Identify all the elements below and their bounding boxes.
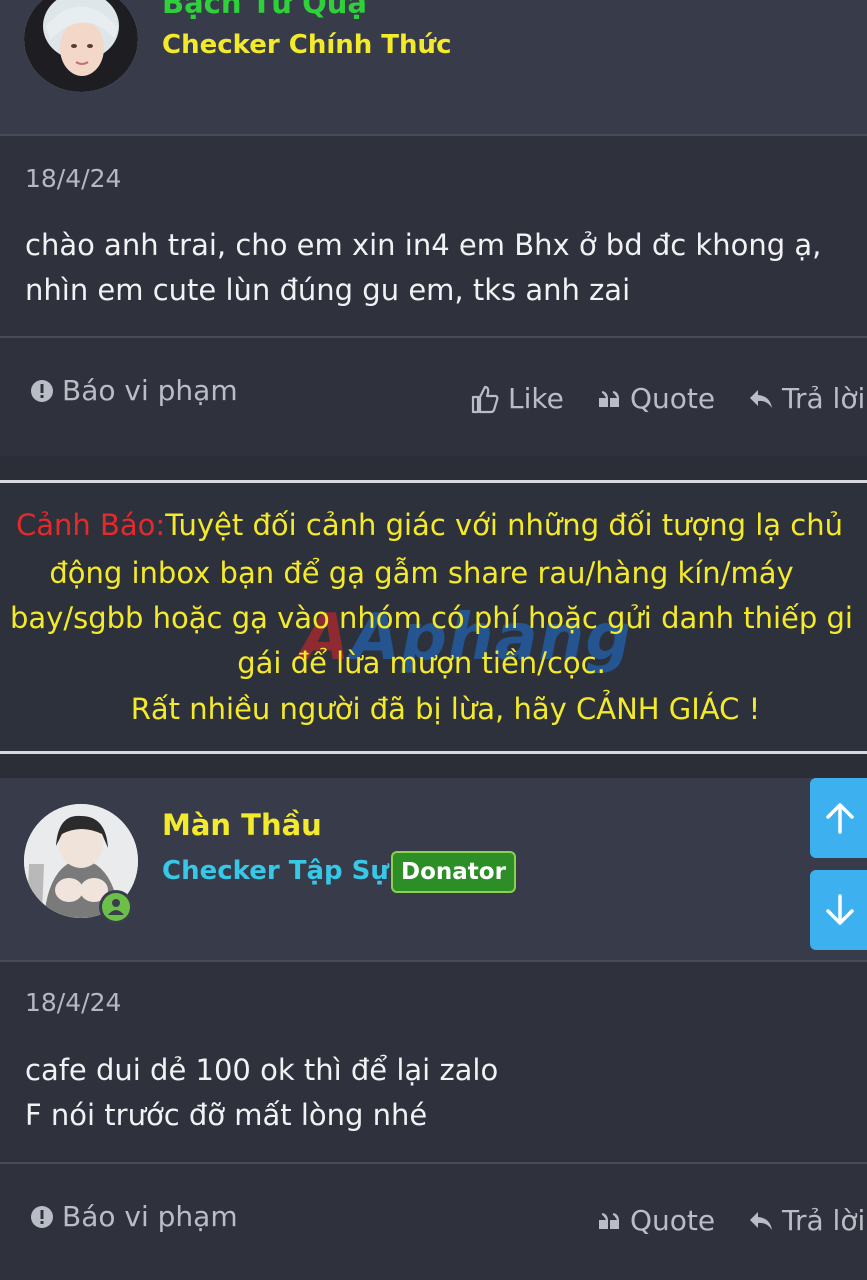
username[interactable]: Màn Thầu	[162, 808, 322, 842]
quote-button[interactable]: Quote	[598, 382, 715, 415]
quote-label: Quote	[630, 382, 716, 415]
scroll-up-button[interactable]	[810, 778, 867, 858]
reply-icon	[750, 1211, 772, 1230]
post-content-line: cafe dui dẻ 100 ok thì để lại zalo	[25, 1053, 499, 1087]
post-1-body: 18/4/24 chào anh trai, cho em xin in4 em…	[0, 136, 867, 336]
warning-line: bay/sgbb hoặc gạ vào nhóm có phí hoặc gử…	[10, 601, 853, 635]
warning-line: Rất nhiều người đã bị lừa, hãy CẢNH GIÁC…	[130, 692, 761, 726]
arrow-down-icon	[826, 894, 854, 925]
quote-icon	[599, 390, 619, 407]
warning-banner: AAphang Cảnh Báo:Tuyệt đối cảnh giác với…	[0, 480, 867, 754]
donator-badge: Donator	[391, 851, 516, 893]
report-label: Báo vi phạm	[62, 1200, 238, 1233]
warning-line: gái để lừa mượn tiền/cọc.	[237, 646, 606, 680]
like-button[interactable]: Like	[470, 382, 564, 415]
report-label: Báo vi phạm	[62, 374, 238, 407]
warning-prefix: Cảnh Báo:	[16, 508, 166, 542]
reply-label: Trả lời	[782, 382, 866, 415]
arrow-up-icon	[826, 803, 854, 834]
reply-label: Trả lời	[782, 1204, 866, 1237]
post-2-user-header: Màn Thầu Checker Tập Sự Donator	[0, 778, 867, 960]
quote-icon	[599, 1212, 619, 1229]
post-1-user-header: Bạch Tử Quạ Checker Chính Thức	[0, 0, 867, 134]
post-content-line: F nói trước đỡ mất lòng nhé	[25, 1098, 428, 1132]
thumbs-up-icon	[471, 385, 499, 413]
post-1-actions: Báo vi phạm Like Quote Trả lời	[0, 338, 867, 456]
online-status-icon	[99, 890, 133, 924]
post-date[interactable]: 18/4/24	[25, 164, 121, 193]
like-label: Like	[508, 382, 564, 415]
post-2-actions: Báo vi phạm Quote Trả lời	[0, 1164, 867, 1280]
post-content-line: chào anh trai, cho em xin in4 em Bhx ở b…	[25, 228, 822, 262]
warning-line: động inbox bạn để gạ gẫm share rau/hàng …	[49, 556, 794, 590]
post-content-line: nhìn em cute lùn đúng gu em, tks anh zai	[25, 273, 631, 307]
reply-icon	[750, 389, 772, 408]
user-title: Checker Chính Thức	[162, 30, 452, 60]
exclamation-circle-icon	[31, 1205, 53, 1228]
quote-label: Quote	[630, 1204, 716, 1237]
username[interactable]: Bạch Tử Quạ	[162, 0, 367, 20]
scroll-down-button[interactable]	[810, 870, 867, 950]
post-2-body: 18/4/24 cafe dui dẻ 100 ok thì để lại za…	[0, 962, 867, 1162]
post-date[interactable]: 18/4/24	[25, 988, 121, 1017]
avatar[interactable]	[24, 0, 138, 92]
report-button[interactable]: Báo vi phạm	[30, 374, 238, 407]
report-button[interactable]: Báo vi phạm	[30, 1200, 238, 1233]
quote-button[interactable]: Quote	[598, 1204, 715, 1237]
user-title: Checker Tập Sự	[162, 856, 389, 886]
reply-button[interactable]: Trả lời	[748, 382, 865, 415]
warning-line: Cảnh Báo:Tuyệt đối cảnh giác với những đ…	[16, 508, 867, 542]
exclamation-circle-icon	[31, 379, 53, 402]
warning-text: Tuyệt đối cảnh giác với những đối tượng …	[165, 508, 843, 542]
reply-button[interactable]: Trả lời	[748, 1204, 865, 1237]
